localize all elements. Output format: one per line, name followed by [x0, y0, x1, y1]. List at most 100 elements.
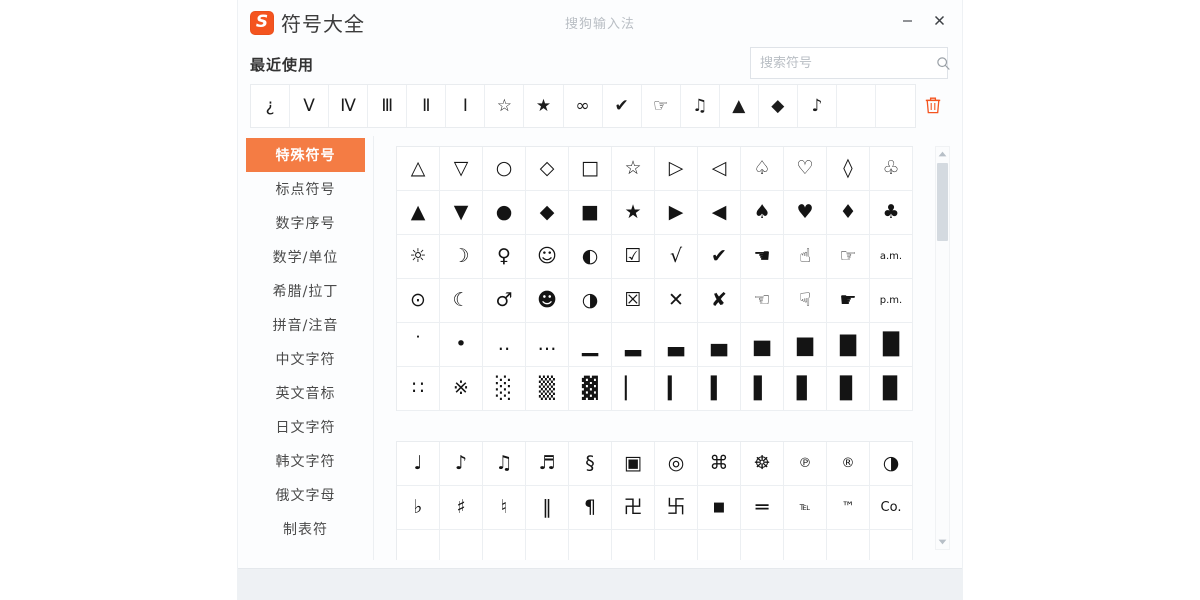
- symbol-cell[interactable]: ⌘: [698, 442, 741, 486]
- symbol-cell[interactable]: ○: [483, 147, 526, 191]
- symbol-cell[interactable]: ♩: [397, 442, 440, 486]
- sidebar-item-3[interactable]: 数学/单位: [246, 240, 365, 274]
- symbol-cell[interactable]: ♤: [741, 147, 784, 191]
- sidebar-item-10[interactable]: 俄文字母: [246, 478, 365, 512]
- symbol-cell[interactable]: ♯: [440, 486, 483, 530]
- symbol-cell[interactable]: ✔: [698, 235, 741, 279]
- symbol-cell[interactable]: ♭: [397, 486, 440, 530]
- sidebar-item-7[interactable]: 英文音标: [246, 376, 365, 410]
- symbol-cell[interactable]: ▇: [827, 323, 870, 367]
- symbol-cell[interactable]: ▋: [784, 367, 827, 411]
- recent-symbol-cell[interactable]: ¿: [251, 85, 291, 127]
- symbol-cell[interactable]: ▍: [698, 367, 741, 411]
- symbol-cell[interactable]: ℡: [784, 486, 827, 530]
- symbol-cell[interactable]: ♫: [483, 442, 526, 486]
- symbol-cell[interactable]: ¶: [569, 486, 612, 530]
- symbol-cell[interactable]: ▏: [612, 367, 655, 411]
- recent-symbol-cell[interactable]: Ⅲ: [368, 85, 408, 127]
- symbol-cell[interactable]: ▁: [569, 323, 612, 367]
- symbol-cell[interactable]: ♣: [870, 191, 913, 235]
- symbol-cell[interactable]: √: [655, 235, 698, 279]
- symbol-cell[interactable]: ♥: [784, 191, 827, 235]
- recent-symbol-cell[interactable]: ★: [524, 85, 564, 127]
- symbol-cell[interactable]: ☑: [612, 235, 655, 279]
- symbol-cell[interactable]: ♡: [784, 147, 827, 191]
- sidebar-item-5[interactable]: 拼音/注音: [246, 308, 365, 342]
- symbol-cell[interactable]: ☟: [784, 279, 827, 323]
- symbol-cell[interactable]: ◐: [569, 235, 612, 279]
- recent-symbol-cell[interactable]: Ⅰ: [446, 85, 486, 127]
- recent-symbol-cell[interactable]: ☞: [642, 85, 681, 127]
- symbol-cell[interactable]: ☆: [612, 147, 655, 191]
- symbol-cell[interactable]: [569, 530, 612, 560]
- symbol-cell[interactable]: p.m.: [870, 279, 913, 323]
- symbol-cell[interactable]: ◆: [526, 191, 569, 235]
- symbol-cell[interactable]: ◎: [655, 442, 698, 486]
- symbol-cell[interactable]: ═: [741, 486, 784, 530]
- sidebar-item-4[interactable]: 希腊/拉丁: [246, 274, 365, 308]
- symbol-cell[interactable]: ▒: [526, 367, 569, 411]
- scrollbar-thumb[interactable]: [937, 163, 948, 241]
- symbol-cell[interactable]: [784, 530, 827, 560]
- symbol-cell[interactable]: ▌: [741, 367, 784, 411]
- symbol-cell[interactable]: ▷: [655, 147, 698, 191]
- symbol-cell[interactable]: ░: [483, 367, 526, 411]
- minimize-button[interactable]: [892, 6, 922, 34]
- symbol-cell[interactable]: ※: [440, 367, 483, 411]
- symbol-cell[interactable]: ♂: [483, 279, 526, 323]
- symbol-cell[interactable]: ℗: [784, 442, 827, 486]
- scroll-down-button[interactable]: [936, 535, 949, 549]
- recent-symbol-cell[interactable]: ♫: [681, 85, 720, 127]
- symbol-cell[interactable]: ◊: [827, 147, 870, 191]
- recent-symbol-cell[interactable]: ∞: [564, 85, 603, 127]
- symbol-cell[interactable]: ◇: [526, 147, 569, 191]
- symbol-cell[interactable]: ▼: [440, 191, 483, 235]
- symbol-cell[interactable]: ☽: [440, 235, 483, 279]
- symbol-cell[interactable]: ▂: [612, 323, 655, 367]
- symbol-cell[interactable]: ☒: [612, 279, 655, 323]
- sidebar-item-2[interactable]: 数字序号: [246, 206, 365, 240]
- recent-symbol-cell[interactable]: Ⅴ: [290, 85, 330, 127]
- symbol-cell[interactable]: Co.: [870, 486, 913, 530]
- symbol-cell[interactable]: ▽: [440, 147, 483, 191]
- symbol-cell[interactable]: ◑: [870, 442, 913, 486]
- symbol-cell[interactable]: ⊙: [397, 279, 440, 323]
- symbol-cell[interactable]: ★: [612, 191, 655, 235]
- recent-symbol-cell[interactable]: ◆: [759, 85, 798, 127]
- symbol-cell[interactable]: ▄: [698, 323, 741, 367]
- symbol-cell[interactable]: [827, 530, 870, 560]
- symbol-cell[interactable]: ♠: [741, 191, 784, 235]
- symbol-cell[interactable]: ♬: [526, 442, 569, 486]
- symbol-cell[interactable]: ‥: [483, 323, 526, 367]
- symbol-cell[interactable]: ▲: [397, 191, 440, 235]
- symbol-cell[interactable]: ˙: [397, 323, 440, 367]
- search-icon[interactable]: [936, 49, 951, 77]
- symbol-cell[interactable]: [870, 530, 913, 560]
- symbol-cell[interactable]: [655, 530, 698, 560]
- symbol-cell[interactable]: ☚: [741, 235, 784, 279]
- symbol-cell[interactable]: ▣: [612, 442, 655, 486]
- symbol-cell[interactable]: ●: [483, 191, 526, 235]
- symbol-cell[interactable]: ♮: [483, 486, 526, 530]
- symbol-cell[interactable]: ☺: [526, 235, 569, 279]
- symbol-cell[interactable]: ☼: [397, 235, 440, 279]
- symbol-cell[interactable]: ■: [698, 486, 741, 530]
- symbol-cell[interactable]: ☾: [440, 279, 483, 323]
- symbol-cell[interactable]: ▅: [741, 323, 784, 367]
- symbol-cell[interactable]: …: [526, 323, 569, 367]
- symbol-cell[interactable]: 卐: [655, 486, 698, 530]
- symbol-cell[interactable]: ■: [569, 191, 612, 235]
- symbol-cell[interactable]: a.m.: [870, 235, 913, 279]
- sidebar-item-8[interactable]: 日文字符: [246, 410, 365, 444]
- symbol-cell[interactable]: [612, 530, 655, 560]
- symbol-cell[interactable]: ✘: [698, 279, 741, 323]
- symbol-cell[interactable]: ♦: [827, 191, 870, 235]
- symbol-cell[interactable]: [440, 530, 483, 560]
- symbol-cell[interactable]: ✕: [655, 279, 698, 323]
- sidebar-item-9[interactable]: 韩文字符: [246, 444, 365, 478]
- symbol-cell[interactable]: ®: [827, 442, 870, 486]
- symbol-cell[interactable]: ♀: [483, 235, 526, 279]
- symbol-cell[interactable]: ☛: [827, 279, 870, 323]
- panel-scrollbar[interactable]: [935, 146, 950, 550]
- recent-symbol-cell[interactable]: ▲: [720, 85, 759, 127]
